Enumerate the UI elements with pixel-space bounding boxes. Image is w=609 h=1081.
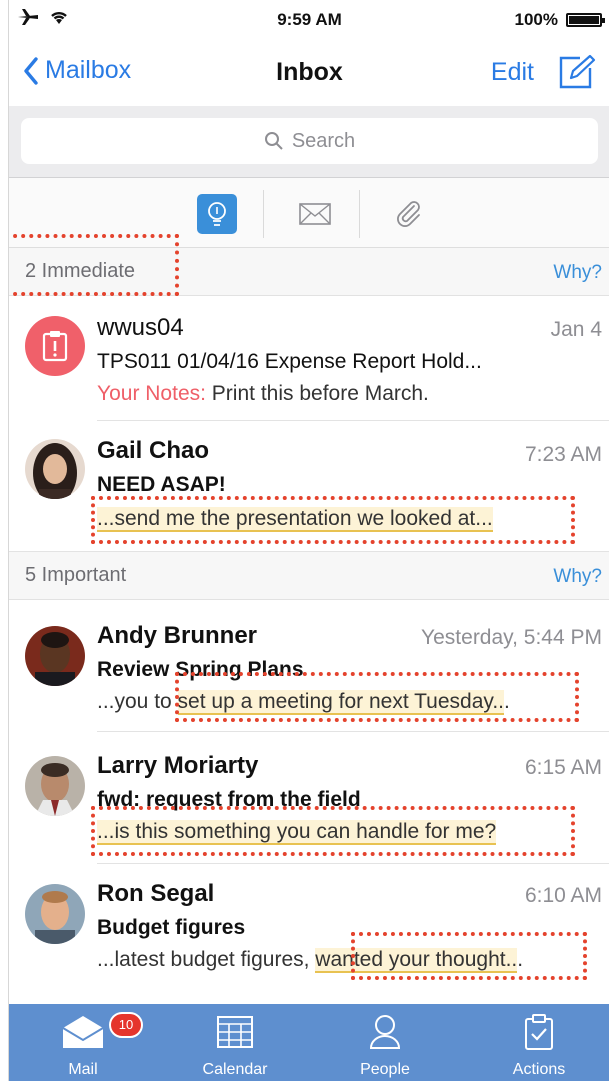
search-icon: [264, 132, 283, 150]
message-sender: Larry Moriarty: [97, 752, 259, 779]
search-input[interactable]: Search: [21, 118, 598, 164]
preview-text: ...you to: [97, 690, 178, 713]
avatar: [25, 884, 85, 944]
tab-label: Calendar: [202, 1061, 268, 1078]
paperclip-icon: [397, 201, 420, 227]
avatar: [25, 626, 85, 686]
envelope-icon: [299, 203, 331, 225]
unread-badge: 10: [109, 1012, 143, 1038]
envelope-open-icon: [62, 1016, 104, 1048]
message-subject: TPS011 01/04/16 Expense Report Hold...: [97, 350, 482, 373]
message-sender: wwus04: [97, 314, 184, 341]
navigation-bar: Mailbox Inbox Edit: [9, 40, 609, 106]
attachments-filter-button[interactable]: [389, 194, 429, 234]
compose-button[interactable]: [558, 54, 596, 95]
message-time: Jan 4: [550, 318, 602, 341]
search-area: Search: [9, 106, 609, 178]
calendar-icon: [217, 1016, 253, 1048]
message-preview: Your Notes: Print this before March.: [97, 382, 429, 406]
clipboard-check-icon: [525, 1014, 553, 1050]
tab-bar: 10 Mail Calendar People Actions: [9, 1004, 609, 1081]
message-subject: Budget figures: [97, 916, 246, 939]
message-sender: Andy Brunner: [97, 622, 258, 649]
section-label: 5 Important: [25, 564, 127, 586]
avatar: [25, 756, 85, 816]
highlight-box: [91, 496, 575, 544]
message-row[interactable]: wwus04 Jan 4 TPS011 01/04/16 Expense Rep…: [9, 296, 609, 421]
edit-button[interactable]: Edit: [491, 58, 534, 87]
why-link[interactable]: Why?: [553, 262, 602, 284]
clipboard-alert-icon: [25, 316, 85, 376]
message-time: 7:23 AM: [524, 443, 602, 466]
message-sender: Gail Chao: [97, 437, 210, 464]
tab-mail[interactable]: 10 Mail: [23, 1004, 143, 1081]
notes-text: Print this before March.: [205, 382, 429, 405]
unread-filter-button[interactable]: [295, 194, 335, 234]
section-header-important: 5 Important Why?: [9, 552, 609, 600]
message-time: 6:15 AM: [524, 756, 602, 779]
lightbulb-icon: [208, 202, 226, 226]
search-placeholder: Search: [291, 129, 356, 152]
tab-people[interactable]: People: [325, 1004, 445, 1081]
status-icons-right: 100%: [514, 10, 605, 30]
battery-percent: 100%: [514, 10, 558, 29]
smart-filter-button[interactable]: [197, 194, 237, 234]
tab-label: Mail: [68, 1061, 98, 1078]
notes-label: Your Notes:: [97, 382, 206, 405]
message-subject: NEED ASAP!: [97, 473, 226, 496]
battery-icon: [566, 13, 605, 27]
tab-actions[interactable]: Actions: [479, 1004, 599, 1081]
tab-label: Actions: [512, 1061, 566, 1078]
avatar: [25, 439, 85, 499]
tab-label: People: [360, 1061, 410, 1078]
compose-icon: [559, 54, 596, 89]
filter-divider: [263, 190, 264, 238]
message-sender: Ron Segal: [97, 880, 215, 907]
filter-divider: [359, 190, 360, 238]
person-icon: [369, 1015, 401, 1049]
status-bar: 9:59 AM 100%: [9, 0, 609, 40]
highlight-box: [91, 806, 575, 856]
why-link[interactable]: Why?: [553, 566, 602, 588]
highlight-box: [9, 234, 179, 296]
highlight-box: [175, 672, 579, 722]
tab-calendar[interactable]: Calendar: [175, 1004, 295, 1081]
highlight-box: [351, 932, 587, 980]
preview-text: ...latest budget figures,: [97, 948, 316, 971]
message-time: Yesterday, 5:44 PM: [421, 626, 602, 649]
mail-app-screen: 9:59 AM 100% Mailbox Inbox Edit Search 2…: [8, 0, 609, 1081]
message-time: 6:10 AM: [524, 884, 602, 907]
